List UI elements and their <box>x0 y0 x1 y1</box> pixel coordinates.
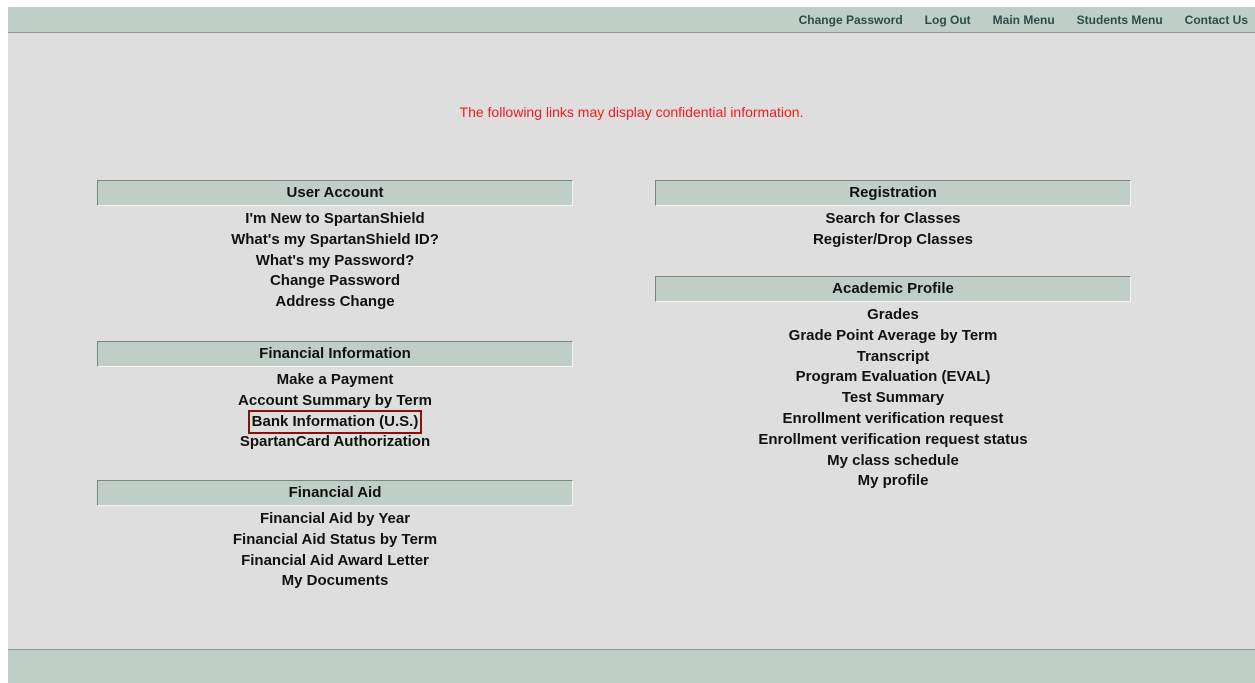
user-account-header: User Account <box>97 180 573 206</box>
nav-change-password-link[interactable]: Change Password <box>799 13 903 27</box>
academic-profile-links: Grades Grade Point Average by Term Trans… <box>655 302 1131 492</box>
change-password-link[interactable]: Change Password <box>270 271 400 292</box>
search-for-classes-link[interactable]: Search for Classes <box>825 209 960 230</box>
financial-aid-section: Financial Aid Financial Aid by Year Fina… <box>97 480 573 592</box>
academic-profile-section: Academic Profile Grades Grade Point Aver… <box>655 276 1131 492</box>
academic-profile-header: Academic Profile <box>655 276 1131 302</box>
register-drop-classes-link[interactable]: Register/Drop Classes <box>813 230 973 251</box>
confidential-notice: The following links may display confiden… <box>459 104 804 120</box>
program-evaluation-link[interactable]: Program Evaluation (EVAL) <box>796 367 991 388</box>
financial-information-section: Financial Information Make a Payment Acc… <box>97 341 573 480</box>
nav-contact-us-link[interactable]: Contact Us <box>1185 13 1248 27</box>
left-column: User Account I'm New to SpartanShield Wh… <box>97 180 573 592</box>
top-navigation-bar: Change Password Log Out Main Menu Studen… <box>8 7 1255 33</box>
registration-header: Registration <box>655 180 1131 206</box>
whats-my-id-link[interactable]: What's my SpartanShield ID? <box>231 230 439 251</box>
registration-section: Registration Search for Classes Register… <box>655 180 1131 276</box>
my-class-schedule-link[interactable]: My class schedule <box>827 451 959 472</box>
right-column: Registration Search for Classes Register… <box>655 180 1131 492</box>
make-a-payment-link[interactable]: Make a Payment <box>277 370 394 391</box>
gpa-by-term-link[interactable]: Grade Point Average by Term <box>789 326 998 347</box>
user-account-links: I'm New to SpartanShield What's my Spart… <box>97 206 573 313</box>
bank-information-link[interactable]: Bank Information (U.S.) <box>247 409 423 435</box>
enrollment-verification-status-link[interactable]: Enrollment verification request status <box>758 430 1027 451</box>
new-to-spartanshield-link[interactable]: I'm New to SpartanShield <box>245 209 424 230</box>
whats-my-password-link[interactable]: What's my Password? <box>256 251 415 272</box>
test-summary-link[interactable]: Test Summary <box>842 388 944 409</box>
grades-link[interactable]: Grades <box>867 305 919 326</box>
nav-students-menu-link[interactable]: Students Menu <box>1077 13 1163 27</box>
financial-aid-award-letter-link[interactable]: Financial Aid Award Letter <box>241 551 429 572</box>
user-account-section: User Account I'm New to SpartanShield Wh… <box>97 180 573 341</box>
account-summary-link[interactable]: Account Summary by Term <box>238 391 432 412</box>
page-frame: Change Password Log Out Main Menu Studen… <box>8 7 1255 683</box>
financial-aid-header: Financial Aid <box>97 480 573 506</box>
financial-aid-links: Financial Aid by Year Financial Aid Stat… <box>97 506 573 592</box>
financial-information-links: Make a Payment Account Summary by Term B… <box>97 367 573 453</box>
financial-aid-by-year-link[interactable]: Financial Aid by Year <box>260 509 410 530</box>
financial-information-header: Financial Information <box>97 341 573 367</box>
enrollment-verification-request-link[interactable]: Enrollment verification request <box>783 409 1004 430</box>
nav-main-menu-link[interactable]: Main Menu <box>993 13 1055 27</box>
footer-bar <box>8 649 1255 683</box>
transcript-link[interactable]: Transcript <box>857 347 930 368</box>
financial-aid-status-link[interactable]: Financial Aid Status by Term <box>233 530 437 551</box>
address-change-link[interactable]: Address Change <box>275 292 394 313</box>
registration-links: Search for Classes Register/Drop Classes <box>655 206 1131 251</box>
spartancard-authorization-link[interactable]: SpartanCard Authorization <box>240 432 430 453</box>
my-profile-link[interactable]: My profile <box>858 471 929 492</box>
my-documents-link[interactable]: My Documents <box>282 571 389 592</box>
nav-log-out-link[interactable]: Log Out <box>925 13 971 27</box>
